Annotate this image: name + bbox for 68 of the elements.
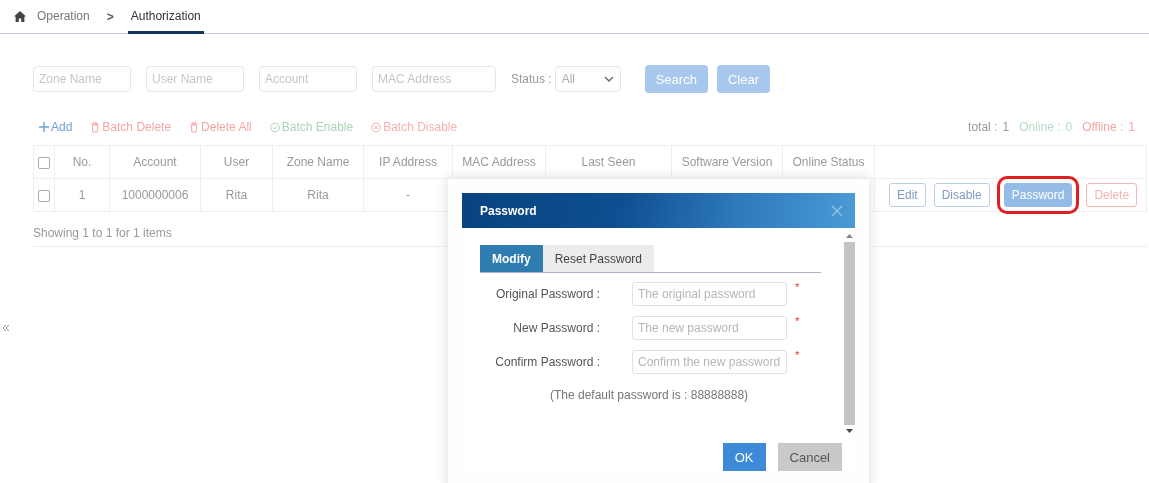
breadcrumb-separator: > — [105, 8, 115, 26]
trash-icon — [189, 121, 200, 133]
chevron-icon — [603, 76, 614, 82]
table-cell: Rita — [225, 188, 248, 202]
toolbar-link[interactable]: Batch Disable — [371, 120, 458, 134]
column-header: IP Address — [379, 155, 437, 169]
required-mark: * — [795, 349, 800, 361]
trash-icon — [90, 121, 101, 133]
scrollbar-thumb[interactable] — [843, 242, 855, 425]
close-icon[interactable] — [831, 204, 843, 217]
status-dropdown[interactable]: All — [554, 66, 621, 92]
column-header: MAC Address — [462, 155, 536, 169]
collapse-arrow-icon[interactable] — [3, 325, 9, 331]
column-header: User — [223, 155, 250, 169]
summary-label: total : — [968, 120, 998, 134]
breadcrumb-item[interactable]: Operation — [34, 0, 93, 34]
scroll-up-icon[interactable] — [845, 234, 853, 238]
row-action-button[interactable]: Edit — [889, 183, 926, 207]
summary-count: 1 — [1128, 120, 1135, 134]
dialog-button[interactable]: OK — [722, 443, 766, 471]
toolbar-link[interactable]: Add — [39, 120, 73, 134]
column-header: No. — [72, 155, 92, 169]
default-password-note: (The default password is : 88888888) — [550, 388, 749, 402]
filter-field[interactable]: Zone Name — [33, 66, 131, 92]
password-field[interactable]: The new password — [632, 316, 787, 340]
toolbar-link[interactable]: Batch Enable — [269, 120, 354, 134]
status-label: Status : — [511, 72, 552, 86]
dialog-title: Password — [480, 203, 537, 218]
summary-count: 0 — [1065, 120, 1073, 134]
summary-label: Offline : — [1082, 120, 1124, 134]
column-header: Software Version — [681, 155, 773, 169]
table-cell: - — [406, 188, 410, 202]
table-cell: 1 — [78, 188, 86, 202]
field-label: Confirm Password : — [494, 355, 600, 369]
check-circle-icon — [269, 121, 280, 133]
row-action-button[interactable]: Disable — [933, 183, 990, 207]
column-header: Last Seen — [581, 155, 636, 169]
summary-label: Online : — [1019, 120, 1061, 134]
filter-field[interactable]: Account — [259, 66, 357, 92]
password-field[interactable]: Confirm the new password — [632, 350, 787, 374]
field-label: Original Password : — [494, 287, 600, 301]
toolbar-link[interactable]: Batch Delete — [90, 120, 172, 134]
filter-field[interactable]: MAC Address — [372, 66, 496, 92]
dialog-tab[interactable]: Modify — [480, 245, 543, 272]
plus-icon — [39, 121, 49, 133]
filter-field[interactable]: User Name — [146, 66, 244, 92]
column-header: Zone Name — [286, 155, 350, 169]
toolbar-link[interactable]: Delete All — [189, 120, 252, 134]
dialog-tab[interactable]: Reset Password — [542, 245, 655, 272]
table-cell: Rita — [307, 188, 329, 202]
field-label: New Password : — [512, 321, 600, 335]
filter-button[interactable]: Clear — [716, 65, 770, 93]
scroll-down-icon[interactable] — [845, 429, 853, 433]
summary-count: 1 — [1002, 120, 1010, 134]
column-header: Account — [133, 155, 177, 169]
required-mark: * — [795, 315, 800, 327]
required-mark: * — [795, 281, 800, 293]
dialog-button[interactable]: Cancel — [777, 443, 842, 471]
column-header: Online Status — [792, 155, 865, 169]
checkbox[interactable] — [38, 189, 50, 202]
checkbox[interactable] — [38, 156, 50, 169]
filter-button[interactable]: Search — [644, 65, 708, 93]
breadcrumb-item[interactable]: Authorization — [127, 0, 204, 34]
password-field[interactable]: The original password — [632, 282, 787, 306]
row-action-button[interactable]: Delete — [1086, 183, 1138, 207]
x-circle-icon — [371, 121, 382, 133]
table-cell: 1000000006 — [121, 188, 189, 202]
home-icon — [14, 11, 26, 22]
